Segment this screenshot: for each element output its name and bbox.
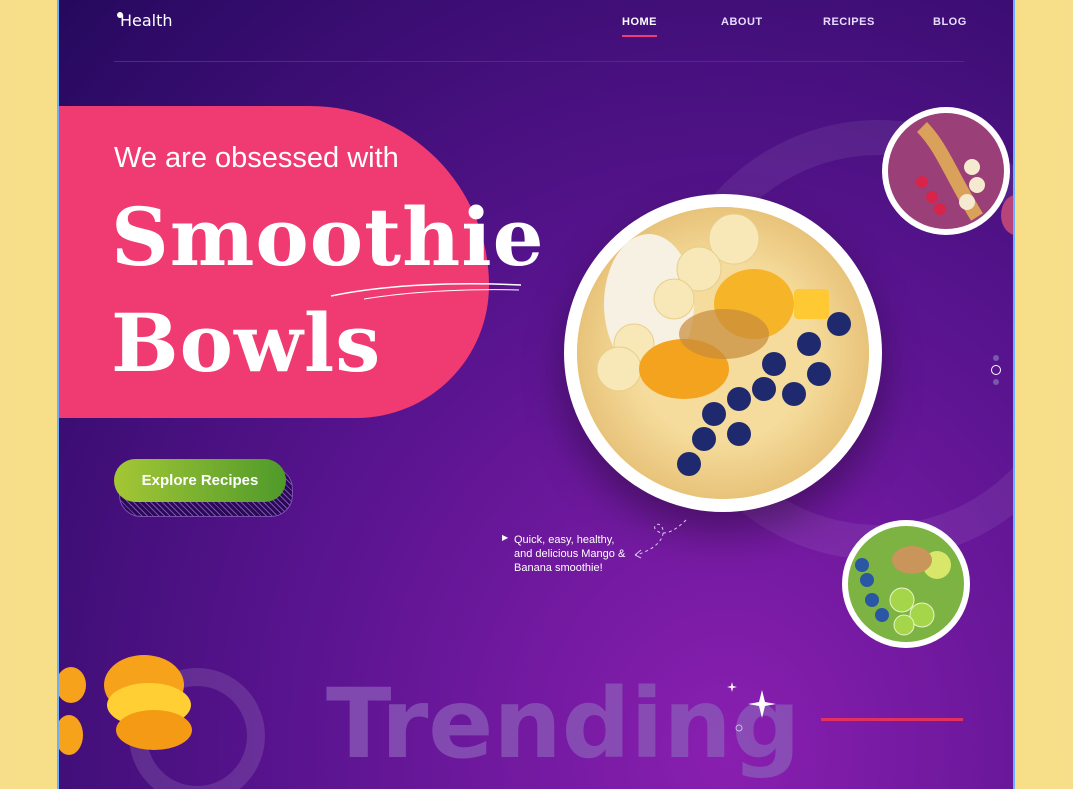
- header-divider: [114, 61, 964, 62]
- hero-subtitle: We are obsessed with: [114, 142, 399, 174]
- slider-dot-2[interactable]: [991, 365, 1001, 375]
- slider-dot-1[interactable]: [993, 355, 999, 361]
- sparkle-icon: [727, 682, 776, 732]
- green-bowl-image: [842, 520, 970, 648]
- hero-title-line1: Smoothie: [111, 190, 545, 284]
- nav-home[interactable]: HOME: [622, 16, 657, 28]
- section-accent-line: [821, 718, 963, 721]
- green-bowl-illustration: [848, 526, 964, 642]
- brand-name: Health: [120, 11, 173, 30]
- slider-pagination: [991, 355, 1001, 389]
- slider-dot-3[interactable]: [993, 379, 999, 385]
- nav-active-underline: [622, 35, 657, 37]
- hero-caption: Quick, easy, healthy, and delicious Mang…: [514, 534, 626, 574]
- hero-frame: Health HOME ABOUT RECIPES BLOG We are ob…: [57, 0, 1015, 789]
- main-smoothie-bowl-image: [564, 194, 882, 512]
- bowl-illustration: [577, 207, 869, 499]
- explore-recipes-button[interactable]: Explore Recipes: [114, 459, 286, 502]
- nav-about[interactable]: ABOUT: [721, 16, 763, 28]
- acai-bowl-image: [882, 107, 1010, 235]
- dashed-arrow-icon: [634, 519, 687, 559]
- acai-bowl-illustration: [888, 113, 1004, 229]
- brand-logo[interactable]: Health: [114, 11, 173, 30]
- hero-title-line2: Bowls: [111, 296, 382, 390]
- nav-blog[interactable]: BLOG: [933, 16, 967, 28]
- caption-arrow-icon: ▶: [502, 533, 509, 542]
- orange-slices-image: [59, 655, 192, 755]
- nav-recipes[interactable]: RECIPES: [823, 16, 875, 28]
- logo-drop-icon: [117, 12, 123, 18]
